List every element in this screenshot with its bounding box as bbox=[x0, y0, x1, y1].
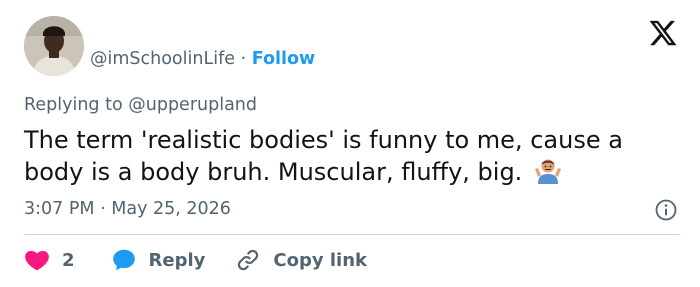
copy-link-button[interactable]: Copy link bbox=[235, 247, 367, 273]
like-count: 2 bbox=[62, 249, 75, 271]
reply-bubble-icon bbox=[112, 249, 135, 271]
user-handle[interactable]: @imSchoolinLife bbox=[90, 49, 235, 69]
reply-label: Reply bbox=[148, 249, 206, 271]
divider bbox=[24, 234, 680, 235]
tweet-body: The term 'realistic bodies' is funny to … bbox=[24, 124, 674, 188]
tweet-embed-card: @imSchoolinLife · Follow Replying to @up… bbox=[0, 0, 700, 287]
heart-icon bbox=[25, 250, 49, 271]
tweet-meta: 3:07 PM · May 25, 2026 bbox=[24, 197, 231, 221]
replying-target-link[interactable]: @upperupland bbox=[128, 95, 257, 115]
avatar[interactable] bbox=[24, 16, 84, 76]
info-icon[interactable] bbox=[654, 198, 678, 222]
link-icon bbox=[238, 249, 259, 271]
shrug-emoji-icon bbox=[534, 159, 561, 184]
meta-separator: · bbox=[100, 199, 106, 219]
x-logo-icon[interactable] bbox=[648, 18, 678, 48]
like-button[interactable]: 2 bbox=[24, 247, 75, 273]
tweet-time[interactable]: 3:07 PM bbox=[24, 199, 95, 219]
follow-button[interactable]: Follow bbox=[252, 49, 315, 69]
action-bar: 2 Reply Copy link bbox=[24, 246, 367, 274]
handle-row: @imSchoolinLife · Follow bbox=[90, 47, 315, 71]
reply-button[interactable]: Reply bbox=[111, 247, 206, 273]
copy-link-label: Copy link bbox=[273, 249, 367, 271]
replying-prefix: Replying to bbox=[24, 95, 123, 115]
handle-separator: · bbox=[240, 49, 247, 69]
tweet-date[interactable]: May 25, 2026 bbox=[111, 199, 231, 219]
avatar-photo bbox=[24, 16, 84, 76]
replying-to-line: Replying to @upperupland bbox=[24, 93, 257, 117]
